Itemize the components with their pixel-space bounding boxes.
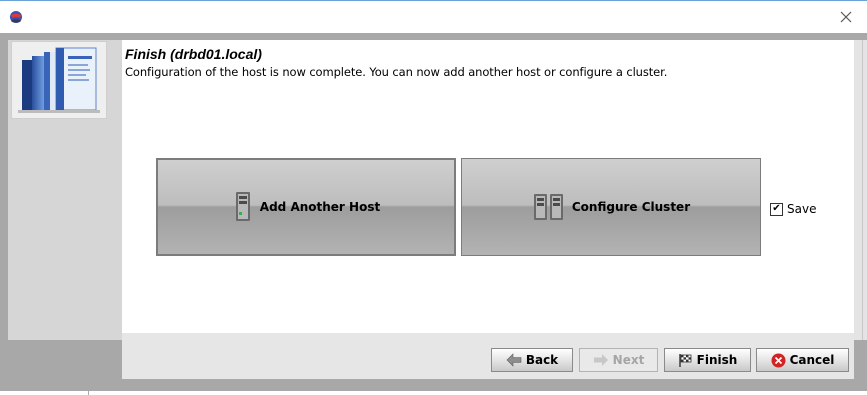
cancel-label: Cancel bbox=[789, 353, 835, 367]
wizard-content: Finish (drbd01.local) Configuration of t… bbox=[122, 40, 854, 333]
product-logo bbox=[11, 41, 107, 119]
configure-cluster-label: Configure Cluster bbox=[571, 200, 691, 214]
close-icon bbox=[840, 11, 852, 23]
next-arrow-icon bbox=[593, 354, 608, 366]
page-title: Finish (drbd01.local) bbox=[125, 46, 262, 62]
product-boxes-image bbox=[18, 47, 100, 113]
back-label: Back bbox=[525, 353, 559, 367]
back-arrow-icon bbox=[506, 353, 522, 367]
add-another-host-button[interactable]: Add Another Host bbox=[156, 158, 456, 256]
next-label: Next bbox=[612, 353, 645, 367]
globe-icon bbox=[10, 11, 22, 23]
next-button[interactable]: Next bbox=[579, 348, 658, 372]
cluster-icon bbox=[533, 194, 563, 220]
save-checkbox[interactable]: ✔ bbox=[770, 202, 783, 216]
server-icon bbox=[235, 192, 250, 221]
save-label: Save bbox=[787, 202, 817, 216]
checkered-flag-icon bbox=[678, 353, 692, 367]
cancel-button[interactable]: Cancel bbox=[756, 348, 849, 372]
save-option: ✔ Save bbox=[770, 202, 816, 216]
close-button[interactable] bbox=[833, 6, 859, 28]
finish-label: Finish bbox=[696, 353, 738, 367]
finish-button[interactable]: Finish bbox=[664, 348, 751, 372]
cancel-icon bbox=[771, 353, 786, 367]
back-button[interactable]: Back bbox=[491, 348, 573, 372]
title-bar bbox=[0, 0, 867, 33]
bottom-edge bbox=[0, 391, 867, 395]
page-description: Configuration of the host is now complet… bbox=[125, 65, 668, 79]
scroll-gutter bbox=[854, 40, 867, 340]
add-another-host-label: Add Another Host bbox=[259, 200, 381, 214]
configure-cluster-button[interactable]: Configure Cluster bbox=[461, 158, 761, 256]
